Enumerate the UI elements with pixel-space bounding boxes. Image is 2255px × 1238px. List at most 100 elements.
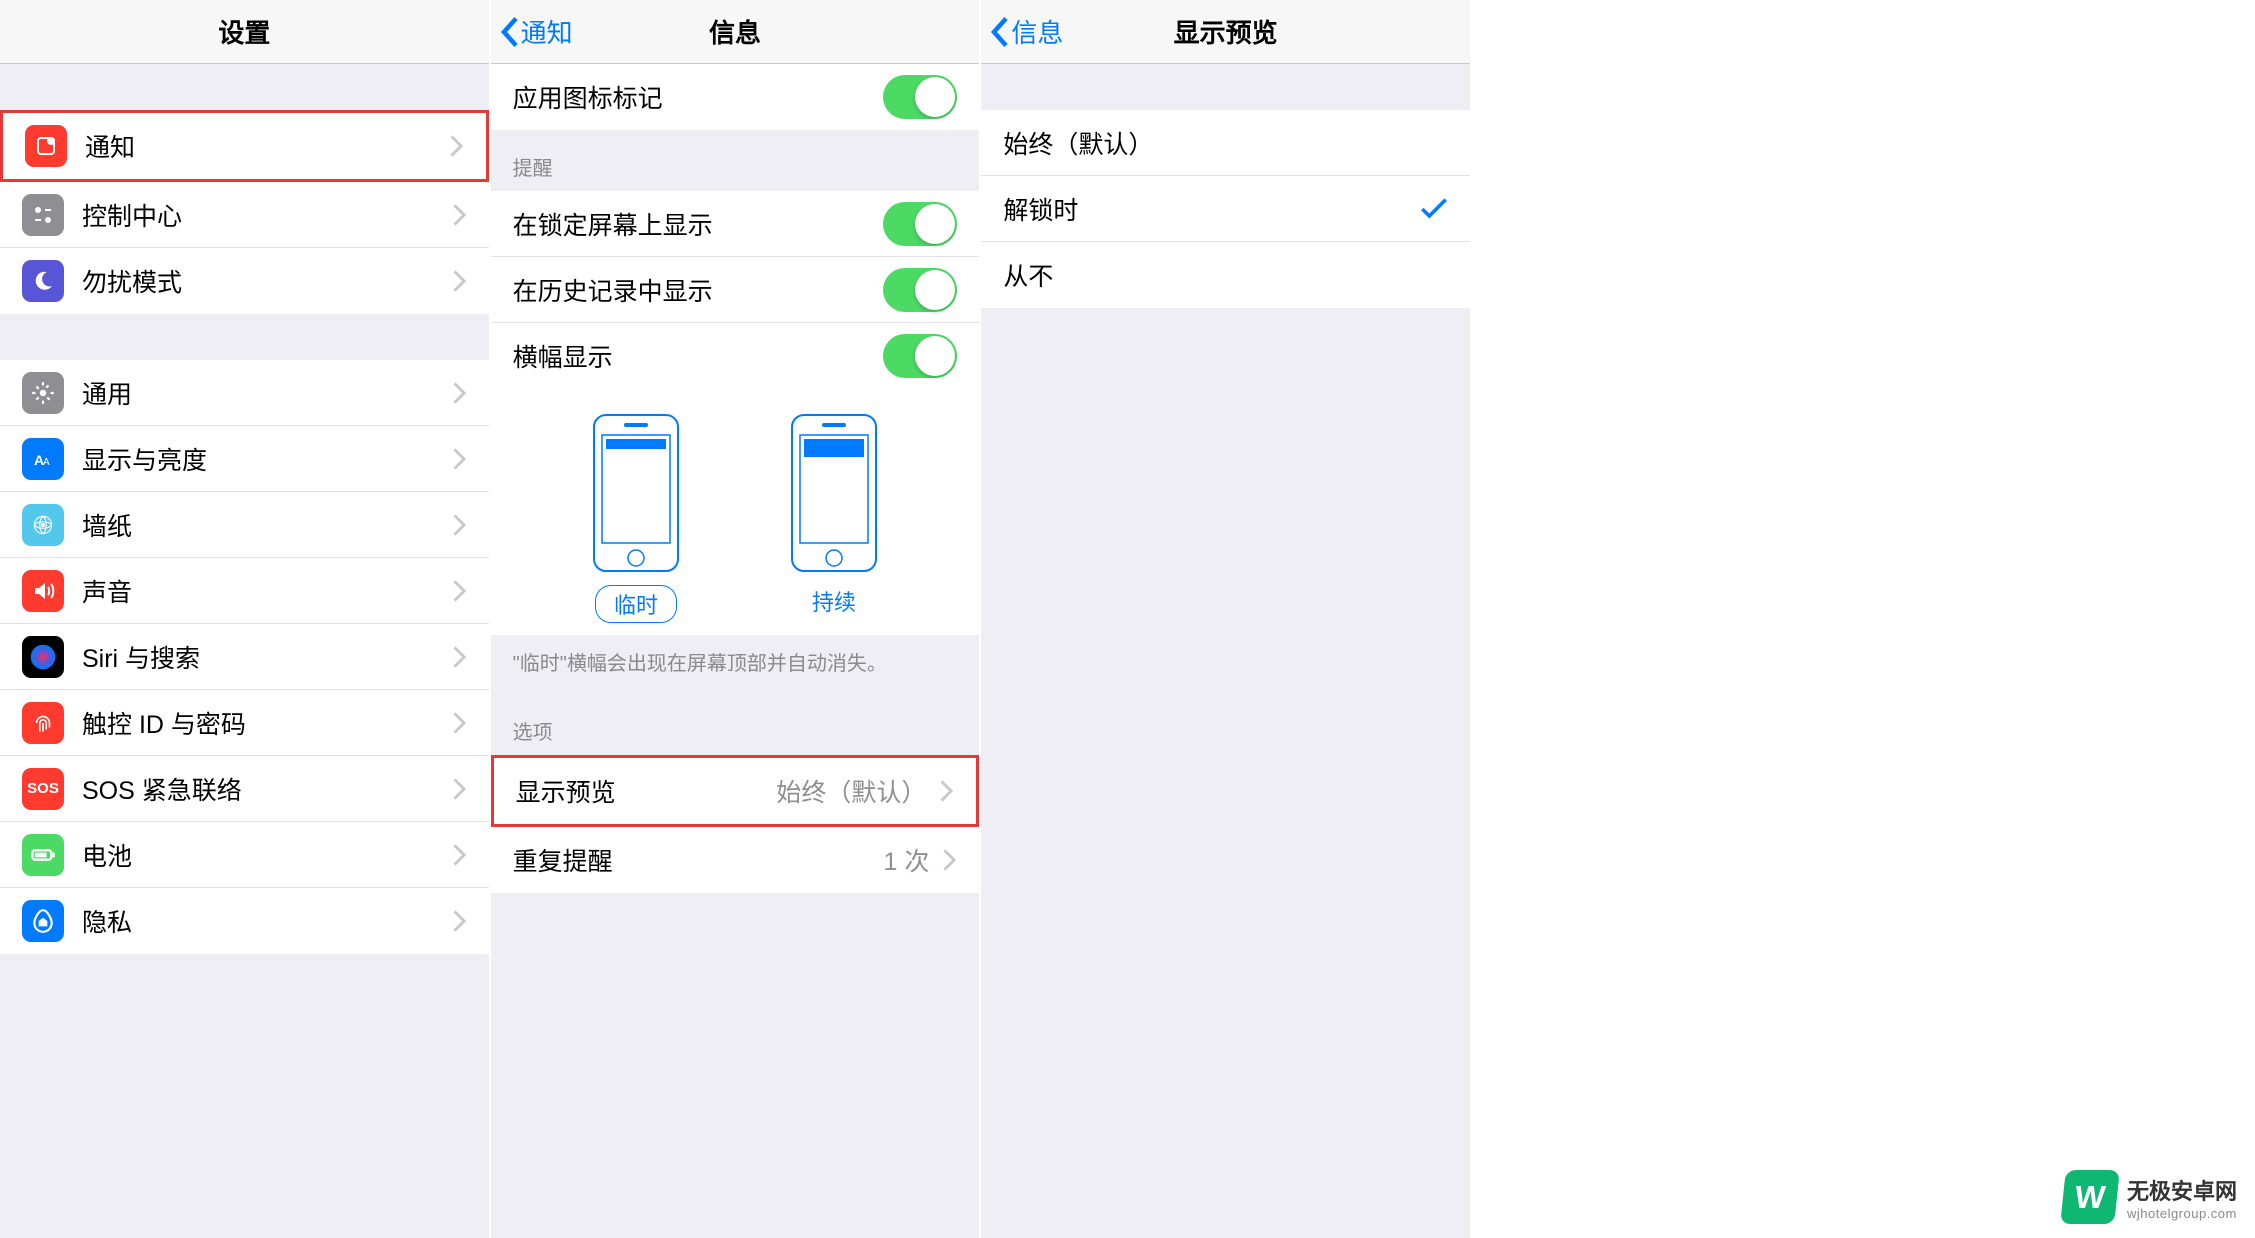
- row-label: 显示与亮度: [82, 441, 453, 477]
- back-label: 通知: [521, 13, 573, 50]
- settings-row[interactable]: 墙纸: [0, 492, 489, 558]
- settings-row[interactable]: 通用: [0, 360, 489, 426]
- sos-icon: SOS: [22, 768, 64, 810]
- checkmark-icon: [1420, 198, 1448, 220]
- row-label: 声音: [82, 573, 453, 609]
- option-label: 从不: [1003, 257, 1448, 293]
- repeat-alerts-row[interactable]: 重复提醒 1 次: [491, 827, 980, 893]
- phone-icon: [592, 413, 680, 573]
- chevron-right-icon: [453, 448, 467, 470]
- back-button[interactable]: 信息: [991, 13, 1063, 50]
- show-preview-row[interactable]: 显示预览 始终（默认）: [494, 758, 977, 824]
- settings-row[interactable]: SOS SOS 紧急联络: [0, 756, 489, 822]
- settings-row[interactable]: AA 显示与亮度: [0, 426, 489, 492]
- svg-text:A: A: [43, 457, 50, 468]
- settings-row[interactable]: 电池: [0, 822, 489, 888]
- alert-toggle-row[interactable]: 在历史记录中显示: [491, 257, 980, 323]
- display-icon: AA: [22, 438, 64, 480]
- row-label: SOS 紧急联络: [82, 771, 453, 807]
- row-label: 触控 ID 与密码: [82, 705, 453, 741]
- settings-row-notifications[interactable]: 通知: [0, 110, 489, 182]
- settings-row[interactable]: 隐私: [0, 888, 489, 954]
- badge-toggle-row[interactable]: 应用图标标记: [491, 64, 980, 130]
- battery-icon: [22, 834, 64, 876]
- watermark-url: wjhotelgroup.com: [2127, 1206, 2237, 1221]
- chevron-right-icon: [453, 270, 467, 292]
- toggle-switch[interactable]: [883, 202, 957, 246]
- control-center-icon: [22, 194, 64, 236]
- chevron-right-icon: [453, 910, 467, 932]
- touchid-icon: [22, 702, 64, 744]
- toggle-switch[interactable]: [883, 75, 957, 119]
- row-label: 隐私: [82, 903, 453, 939]
- chevron-right-icon: [453, 382, 467, 404]
- banner-style-picker: 临时 持续: [491, 389, 980, 635]
- watermark-name: 无极安卓网: [2127, 1174, 2237, 1206]
- phone-icon: [790, 413, 878, 573]
- row-label: 勿扰模式: [82, 263, 453, 299]
- watermark-logo: W: [2060, 1170, 2120, 1224]
- row-value: 1 次: [883, 842, 929, 878]
- screen-settings: 设置 通知 控制中心 勿扰模式 通用 AA 显示与亮度墙纸声音 Siri 与搜索触控 …: [0, 0, 491, 1238]
- chevron-left-icon: [501, 17, 519, 47]
- toggle-switch[interactable]: [883, 334, 957, 378]
- banner-temporary[interactable]: 临时: [592, 413, 680, 623]
- row-label: 横幅显示: [513, 338, 884, 374]
- watermark: W 无极安卓网 wjhotelgroup.com: [2063, 1170, 2237, 1224]
- banner-label: 持续: [812, 585, 856, 617]
- row-label: 应用图标标记: [513, 79, 884, 115]
- banner-description: "临时"横幅会出现在屏幕顶部并自动消失。: [491, 635, 980, 694]
- row-label: 电池: [82, 837, 453, 873]
- back-button[interactable]: 通知: [501, 13, 573, 50]
- siri-icon: [22, 636, 64, 678]
- preview-option[interactable]: 从不: [981, 242, 1470, 308]
- settings-row[interactable]: 触控 ID 与密码: [0, 690, 489, 756]
- wallpaper-icon: [22, 504, 64, 546]
- chevron-right-icon: [453, 204, 467, 226]
- chevron-right-icon: [453, 844, 467, 866]
- settings-row-dnd[interactable]: 勿扰模式: [0, 248, 489, 314]
- chevron-right-icon: [453, 646, 467, 668]
- banner-label: 临时: [595, 585, 677, 623]
- section-header: 提醒: [491, 130, 980, 191]
- alert-toggle-row[interactable]: 横幅显示: [491, 323, 980, 389]
- row-label: 墙纸: [82, 507, 453, 543]
- chevron-left-icon: [991, 17, 1009, 47]
- row-label: Siri 与搜索: [82, 639, 453, 675]
- dnd-icon: [22, 260, 64, 302]
- page-title: 显示预览: [1174, 13, 1278, 50]
- page-title: 设置: [218, 13, 270, 50]
- row-label: 通知: [85, 128, 450, 164]
- option-label: 始终（默认）: [1003, 125, 1448, 161]
- chevron-right-icon: [453, 712, 467, 734]
- row-value: 始终（默认）: [776, 773, 926, 809]
- preview-option[interactable]: 解锁时: [981, 176, 1470, 242]
- header: 通知 信息: [491, 0, 980, 64]
- preview-option[interactable]: 始终（默认）: [981, 110, 1470, 176]
- settings-row-control-center[interactable]: 控制中心: [0, 182, 489, 248]
- header: 设置: [0, 0, 489, 64]
- row-label: 控制中心: [82, 197, 453, 233]
- settings-row[interactable]: 声音: [0, 558, 489, 624]
- notifications-icon: [25, 125, 67, 167]
- general-icon: [22, 372, 64, 414]
- sound-icon: [22, 570, 64, 612]
- row-label: 显示预览: [516, 773, 777, 809]
- row-label: 重复提醒: [513, 842, 884, 878]
- section-header: 选项: [491, 694, 980, 755]
- chevron-right-icon: [453, 580, 467, 602]
- chevron-right-icon: [453, 514, 467, 536]
- alert-toggle-row[interactable]: 在锁定屏幕上显示: [491, 191, 980, 257]
- chevron-right-icon: [453, 778, 467, 800]
- settings-row[interactable]: Siri 与搜索: [0, 624, 489, 690]
- screen-show-preview: 信息 显示预览 始终（默认） 解锁时从不: [981, 0, 1472, 1238]
- header: 信息 显示预览: [981, 0, 1470, 64]
- page-title: 信息: [709, 13, 761, 50]
- chevron-right-icon: [450, 135, 464, 157]
- row-label: 在锁定屏幕上显示: [513, 206, 884, 242]
- banner-persistent[interactable]: 持续: [790, 413, 878, 623]
- back-label: 信息: [1011, 13, 1063, 50]
- row-label: 通用: [82, 375, 453, 411]
- screen-messages-notif: 通知 信息 应用图标标记 提醒 在锁定屏幕上显示在历史记录中显示横幅显示 临时 …: [491, 0, 982, 1238]
- toggle-switch[interactable]: [883, 268, 957, 312]
